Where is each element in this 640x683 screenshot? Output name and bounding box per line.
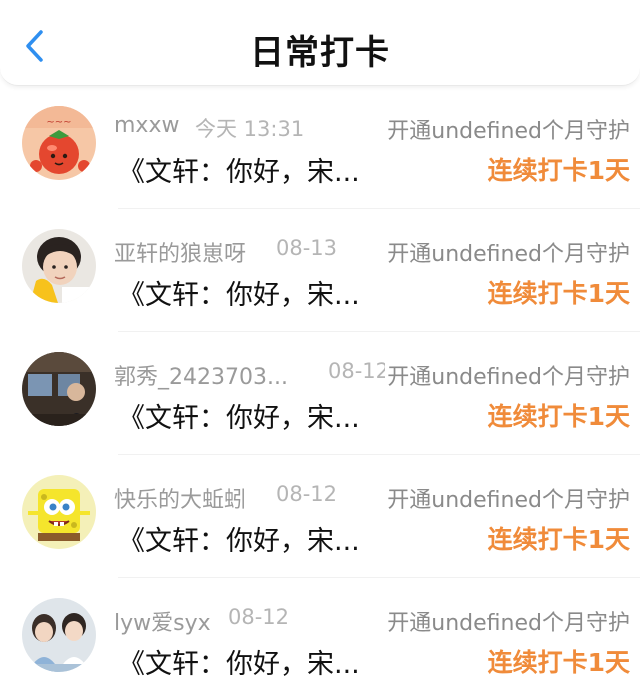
post-time: 08-12 — [276, 482, 338, 506]
user-name[interactable]: 郭秀_2423703... — [114, 359, 288, 391]
checkin-message: 《文轩：你好，宋... — [118, 403, 360, 434]
page-title: 日常打卡 — [250, 33, 390, 73]
avatar[interactable] — [22, 229, 96, 303]
user-name[interactable]: 亚轩的狼崽呀 — [114, 236, 246, 268]
list-item[interactable]: ~~~ mxxw 今天 13:31 开通undefined个月守护 《文轩：你好… — [0, 86, 640, 209]
list-item[interactable]: lyw爱syx 08-12 开通undefined个月守护 《文轩：你好，宋..… — [0, 578, 640, 683]
guard-status: 开通undefined个月守护 — [385, 359, 630, 391]
checkin-message: 《文轩：你好，宋... — [118, 649, 360, 680]
checkin-list: ~~~ mxxw 今天 13:31 开通undefined个月守护 《文轩：你好… — [0, 86, 640, 683]
avatar[interactable] — [22, 598, 96, 672]
dark-photo-avatar — [22, 352, 96, 426]
list-item[interactable]: 郭秀_2423703... 08-12 开通undefined个月守护 《文轩：… — [0, 332, 640, 455]
streak-badge: 连续打卡1天 — [487, 525, 630, 554]
list-item[interactable]: 快乐的大蚯蚓 08-12 开通undefined个月守护 《文轩：你好，宋...… — [0, 455, 640, 578]
tomato-cartoon-avatar: ~~~ — [22, 106, 96, 180]
user-name[interactable]: 快乐的大蚯蚓 — [114, 482, 246, 514]
checkin-message: 《文轩：你好，宋... — [118, 280, 360, 311]
avatar[interactable]: ~~~ — [22, 106, 96, 180]
two-people-photo-avatar — [22, 598, 96, 672]
user-name[interactable]: mxxw — [114, 113, 179, 138]
streak-badge: 连续打卡1天 — [487, 279, 630, 308]
guard-status: 开通undefined个月守护 — [385, 482, 630, 514]
post-time: 08-13 — [276, 236, 338, 260]
avatar[interactable] — [22, 352, 96, 426]
spongebob-avatar — [22, 475, 96, 549]
user-name[interactable]: lyw爱syx — [114, 605, 211, 637]
svg-text:~~~: ~~~ — [46, 117, 71, 128]
post-time: 今天 13:31 — [195, 117, 305, 141]
post-time: 08-12 — [228, 605, 290, 629]
child-photo-avatar — [22, 229, 96, 303]
post-time: 08-12 — [328, 359, 390, 383]
guard-status: 开通undefined个月守护 — [385, 605, 630, 637]
streak-badge: 连续打卡1天 — [487, 402, 630, 431]
streak-badge: 连续打卡1天 — [487, 648, 630, 677]
guard-status: 开通undefined个月守护 — [385, 113, 630, 145]
guard-status: 开通undefined个月守护 — [385, 236, 630, 268]
header-bar: 日常打卡 — [0, 0, 640, 86]
avatar[interactable] — [22, 475, 96, 549]
streak-badge: 连续打卡1天 — [487, 156, 630, 185]
list-item[interactable]: 亚轩的狼崽呀 08-13 开通undefined个月守护 《文轩：你好，宋...… — [0, 209, 640, 332]
checkin-message: 《文轩：你好，宋... — [118, 157, 360, 188]
checkin-message: 《文轩：你好，宋... — [118, 526, 360, 557]
